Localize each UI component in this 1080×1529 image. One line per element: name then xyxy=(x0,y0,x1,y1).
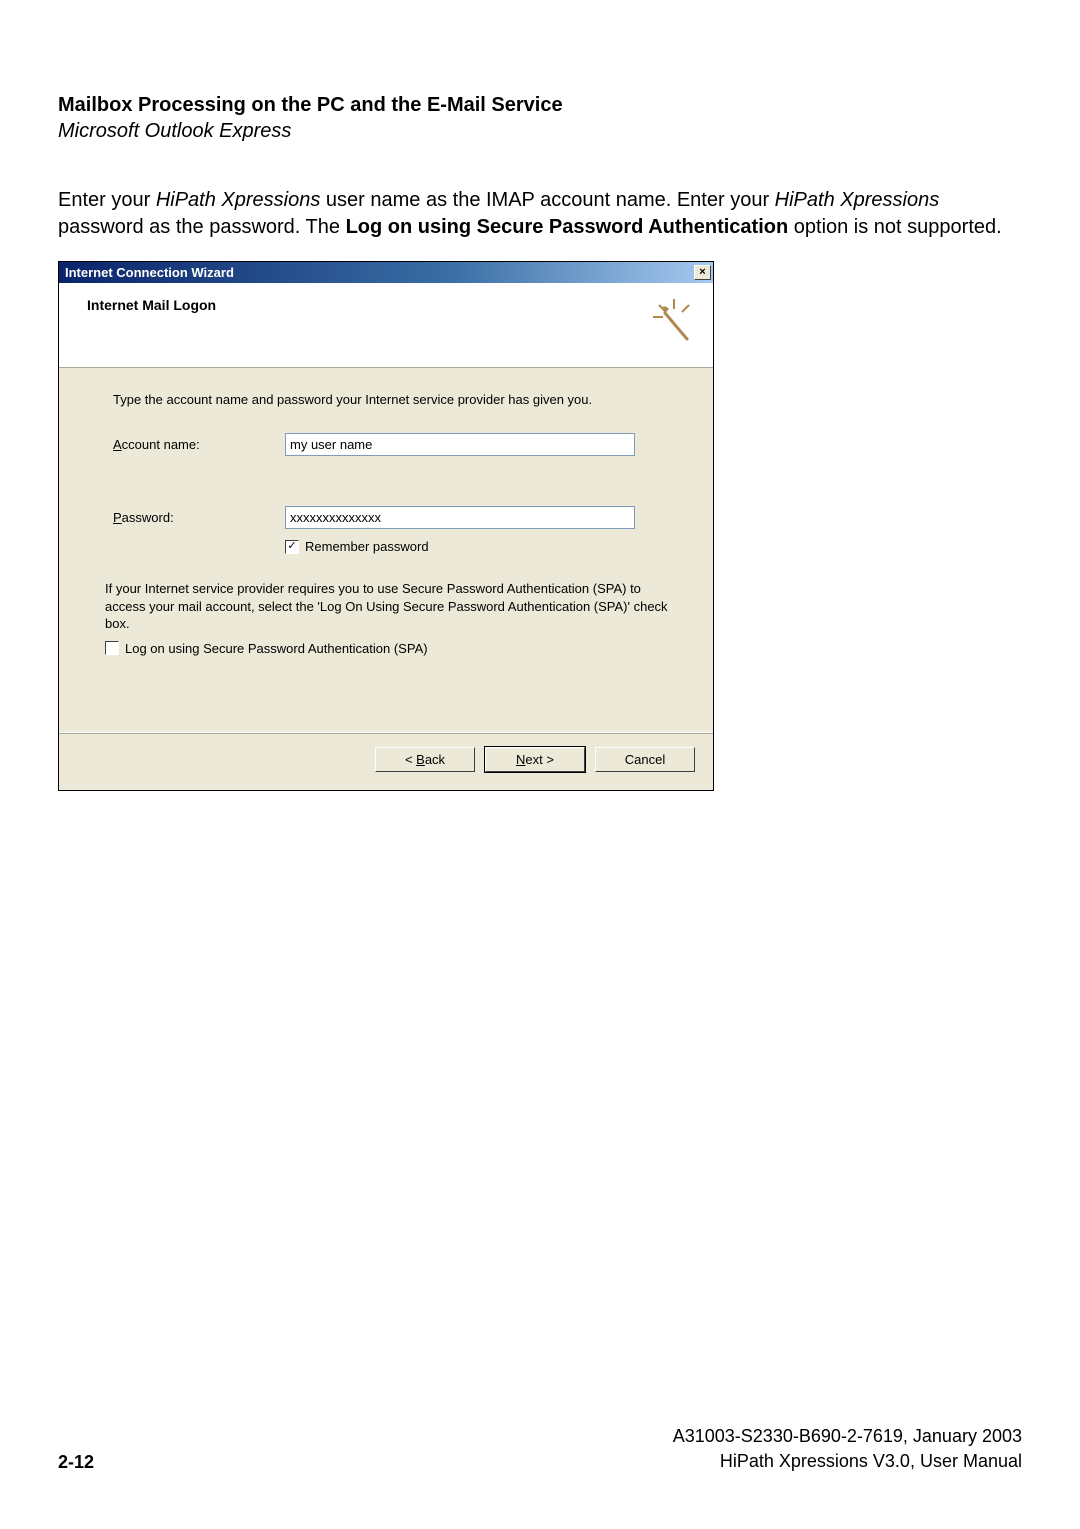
remember-pre: Remember pass xyxy=(305,539,400,554)
spa-post: ecure Password Authentication (SPA) xyxy=(212,641,428,656)
footer-meta: A31003-S2330-B690-2-7619, January 2003 H… xyxy=(673,1424,1022,1473)
para-text: password as the password. The xyxy=(58,216,346,238)
spa-accel: S xyxy=(203,641,212,656)
section-subheading: Microsoft Outlook Express xyxy=(58,120,1022,143)
dialog-instruction: Type the account name and password your … xyxy=(113,392,673,407)
dialog-body: Type the account name and password your … xyxy=(59,368,713,732)
next-post: ext > xyxy=(525,752,554,767)
para-option-name: Log on using Secure Password Authenticat… xyxy=(346,216,789,238)
page-number: 2-12 xyxy=(58,1452,94,1473)
password-row: Password: xyxy=(113,506,673,529)
para-text: option is not supported. xyxy=(788,216,1001,238)
spa-label: Log on using Secure Password Authenticat… xyxy=(125,641,428,656)
back-button[interactable]: < Back xyxy=(375,747,475,772)
dialog-header: Internet Mail Logon xyxy=(59,283,713,368)
footer-docid: A31003-S2330-B690-2-7619, January 2003 xyxy=(673,1424,1022,1448)
password-label-rest: assword: xyxy=(122,510,174,525)
section-heading: Mailbox Processing on the PC and the E-M… xyxy=(58,92,1022,118)
page-footer: 2-12 A31003-S2330-B690-2-7619, January 2… xyxy=(58,1424,1022,1473)
remember-post: ord xyxy=(410,539,429,554)
account-label-rest: ccount name: xyxy=(122,437,200,452)
spa-row: Log on using Secure Password Authenticat… xyxy=(105,641,673,656)
para-product-1: HiPath Xpressions xyxy=(156,189,321,211)
remember-password-checkbox[interactable]: ✓ xyxy=(285,540,299,554)
spa-description: If your Internet service provider requir… xyxy=(105,580,673,633)
account-name-input[interactable] xyxy=(285,433,635,456)
para-product-2: HiPath Xpressions xyxy=(775,189,940,211)
cancel-button[interactable]: Cancel xyxy=(595,747,695,772)
footer-doctitle: HiPath Xpressions V3.0, User Manual xyxy=(673,1449,1022,1473)
account-row: Account name: xyxy=(113,433,673,456)
para-text: Enter your xyxy=(58,189,156,211)
dialog-titlebar: Internet Connection Wizard × xyxy=(59,262,713,283)
password-input[interactable] xyxy=(285,506,635,529)
next-button[interactable]: Next > xyxy=(485,747,585,772)
remember-password-row: ✓ Remember password xyxy=(285,539,673,554)
wizard-icon xyxy=(651,297,697,343)
spa-checkbox[interactable] xyxy=(105,641,119,655)
dialog-footer: < Back Next > Cancel xyxy=(59,732,713,790)
dialog-header-title: Internet Mail Logon xyxy=(87,297,216,313)
back-post: ack xyxy=(425,752,445,767)
wizard-dialog: Internet Connection Wizard × Internet Ma… xyxy=(58,261,714,791)
account-label-accel: A xyxy=(113,437,122,452)
back-pre: < xyxy=(405,752,416,767)
account-label: Account name: xyxy=(113,437,285,452)
password-label: Password: xyxy=(113,510,285,525)
next-accel: N xyxy=(516,752,525,767)
back-accel: B xyxy=(416,752,425,767)
password-label-accel: P xyxy=(113,510,122,525)
remember-accel: w xyxy=(400,539,409,554)
dialog-title: Internet Connection Wizard xyxy=(65,265,234,280)
para-text: user name as the IMAP account name. Ente… xyxy=(320,189,774,211)
intro-paragraph: Enter your HiPath Xpressions user name a… xyxy=(58,187,1022,241)
spa-pre: Log on using xyxy=(125,641,203,656)
close-button[interactable]: × xyxy=(694,265,711,280)
remember-password-label: Remember password xyxy=(305,539,429,554)
